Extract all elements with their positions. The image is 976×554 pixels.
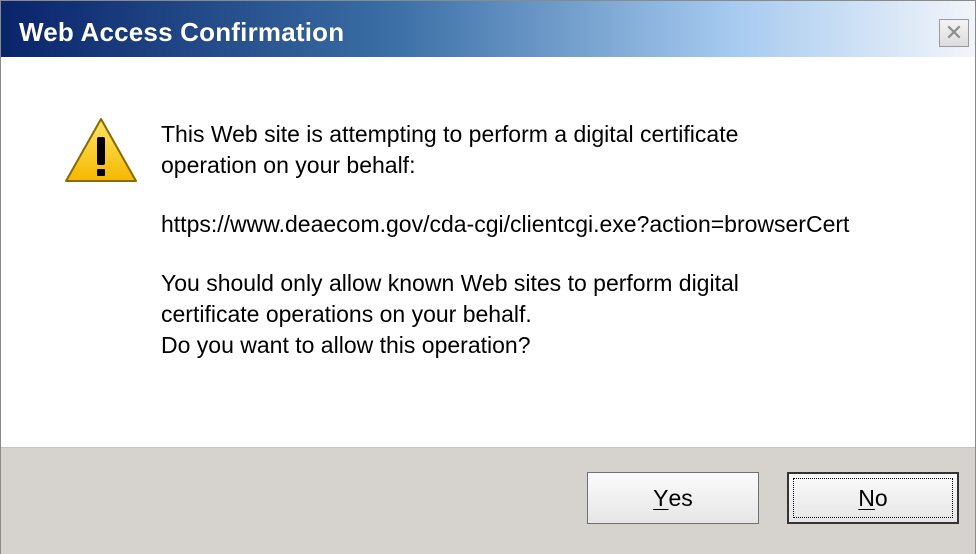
url-text: https://www.deaecom.gov/cda-cgi/clientcg… (161, 211, 850, 237)
title-bar[interactable]: Web Access Confirmation ✕ (1, 1, 975, 57)
advice-text: You should only allow known Web sites to… (161, 270, 739, 358)
yes-mnemonic: Y (653, 484, 669, 511)
dialog-content: This Web site is attempting to perform a… (1, 57, 975, 447)
yes-label: es (668, 484, 693, 511)
message-text: This Web site is attempting to perform a… (161, 121, 739, 178)
close-icon: ✕ (944, 20, 964, 45)
window-title: Web Access Confirmation (19, 17, 345, 47)
focus-ring (793, 478, 953, 518)
yes-button[interactable]: Yes (587, 472, 759, 524)
close-button[interactable]: ✕ (939, 19, 969, 47)
warning-triangle-icon (65, 118, 137, 182)
button-bar: Yes No (1, 447, 975, 554)
dialog-window: Web Access Confirmation ✕ This Web site … (0, 0, 976, 554)
message-block: This Web site is attempting to perform a… (161, 119, 961, 389)
no-button[interactable]: No (787, 472, 959, 524)
